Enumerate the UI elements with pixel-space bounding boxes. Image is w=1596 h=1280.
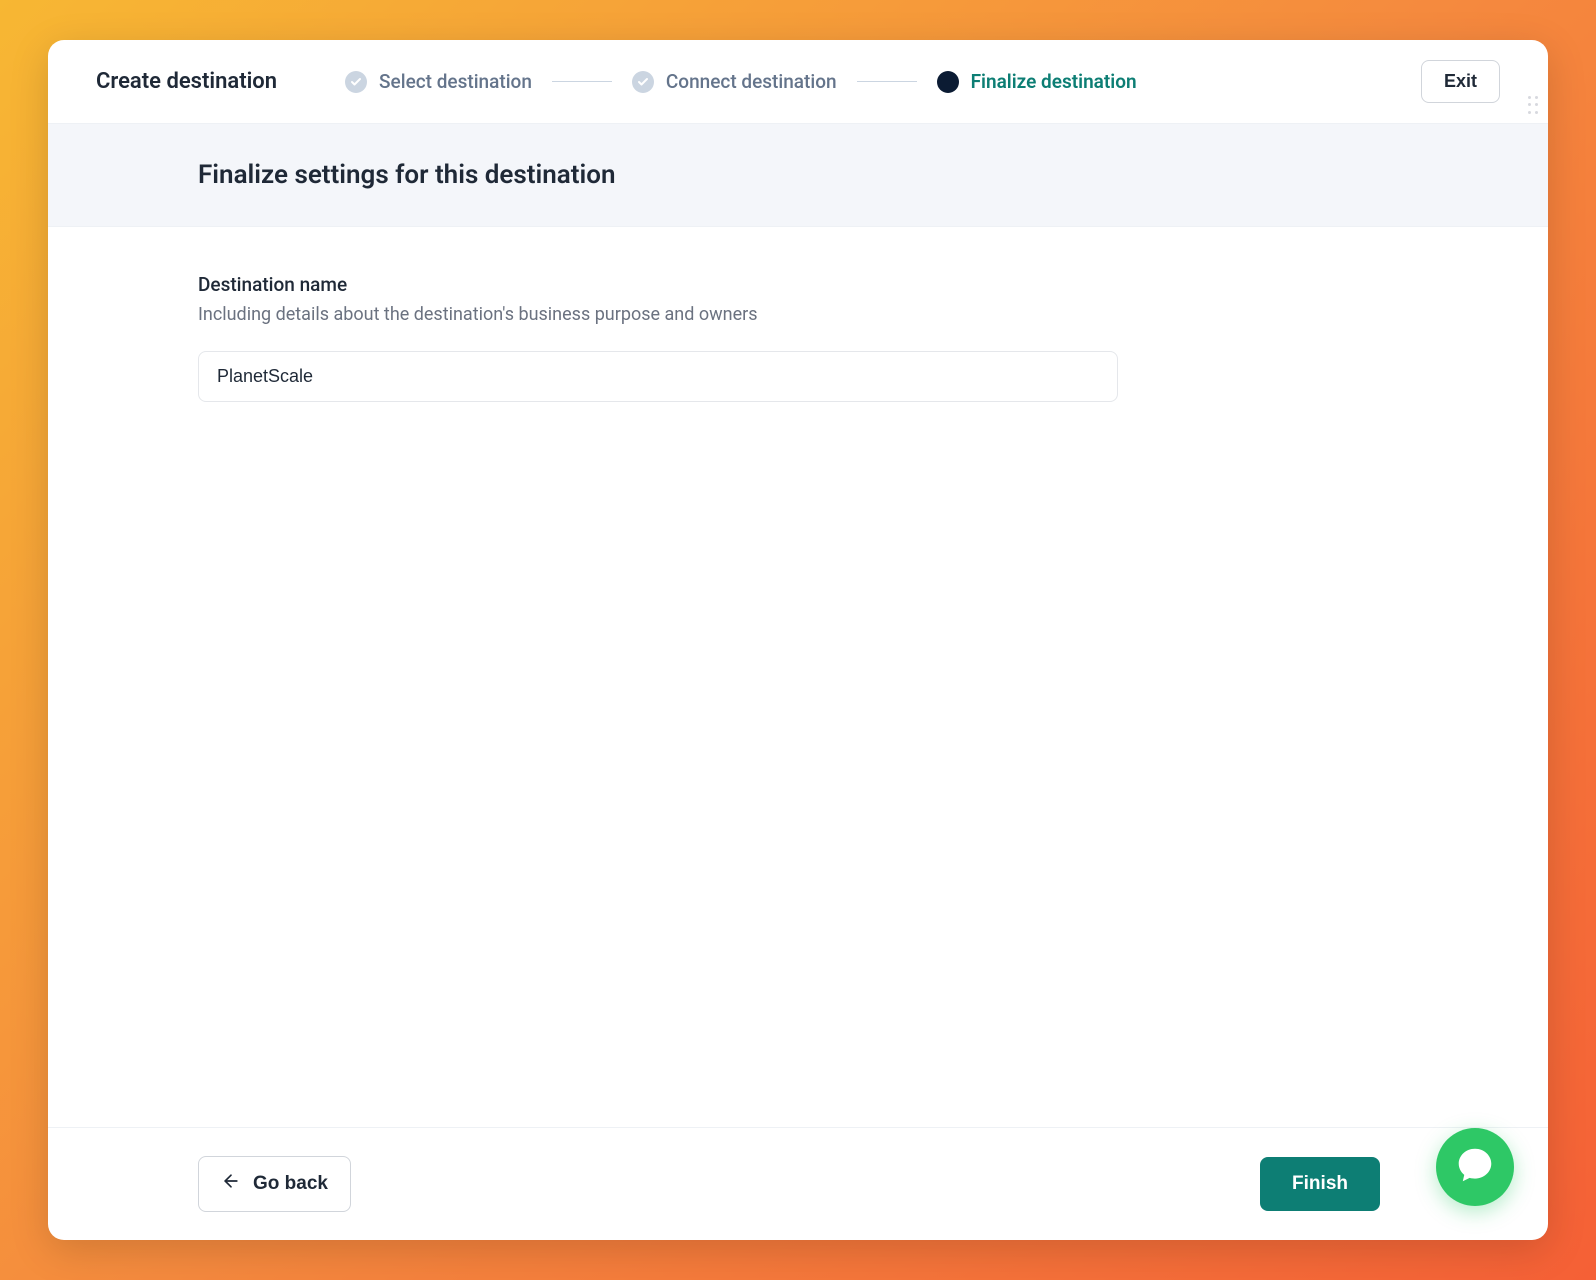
step-connector (857, 81, 917, 82)
step-connect-destination: Connect destination (632, 70, 837, 93)
checkmark-icon (345, 71, 367, 93)
finish-button[interactable]: Finish (1260, 1157, 1380, 1211)
step-connector (552, 81, 612, 82)
footer: Go back Finish (48, 1127, 1548, 1240)
arrow-left-icon (221, 1171, 241, 1197)
page-title: Create destination (96, 69, 277, 94)
step-label: Finalize destination (971, 70, 1137, 93)
subheader: Finalize settings for this destination (48, 124, 1548, 227)
destination-name-description: Including details about the destination'… (198, 304, 1500, 325)
go-back-label: Go back (253, 1173, 328, 1195)
go-back-button[interactable]: Go back (198, 1156, 351, 1212)
destination-name-input[interactable] (198, 351, 1118, 402)
subheader-heading: Finalize settings for this destination (198, 160, 1500, 190)
step-label: Select destination (379, 70, 532, 93)
stepper: Select destination Connect destination F… (345, 70, 1393, 93)
exit-button[interactable]: Exit (1421, 60, 1500, 103)
checkmark-icon (632, 71, 654, 93)
wizard-window: Create destination Select destination Co… (48, 40, 1548, 1240)
step-select-destination: Select destination (345, 70, 532, 93)
intercom-chat-button[interactable] (1436, 1128, 1514, 1206)
current-step-icon (937, 71, 959, 93)
chat-icon (1456, 1146, 1494, 1188)
step-label: Connect destination (666, 70, 837, 93)
step-finalize-destination: Finalize destination (937, 70, 1137, 93)
drag-handle-icon (1528, 96, 1540, 116)
destination-name-label: Destination name (198, 273, 1500, 296)
header: Create destination Select destination Co… (48, 40, 1548, 124)
content: Destination name Including details about… (48, 227, 1548, 1127)
